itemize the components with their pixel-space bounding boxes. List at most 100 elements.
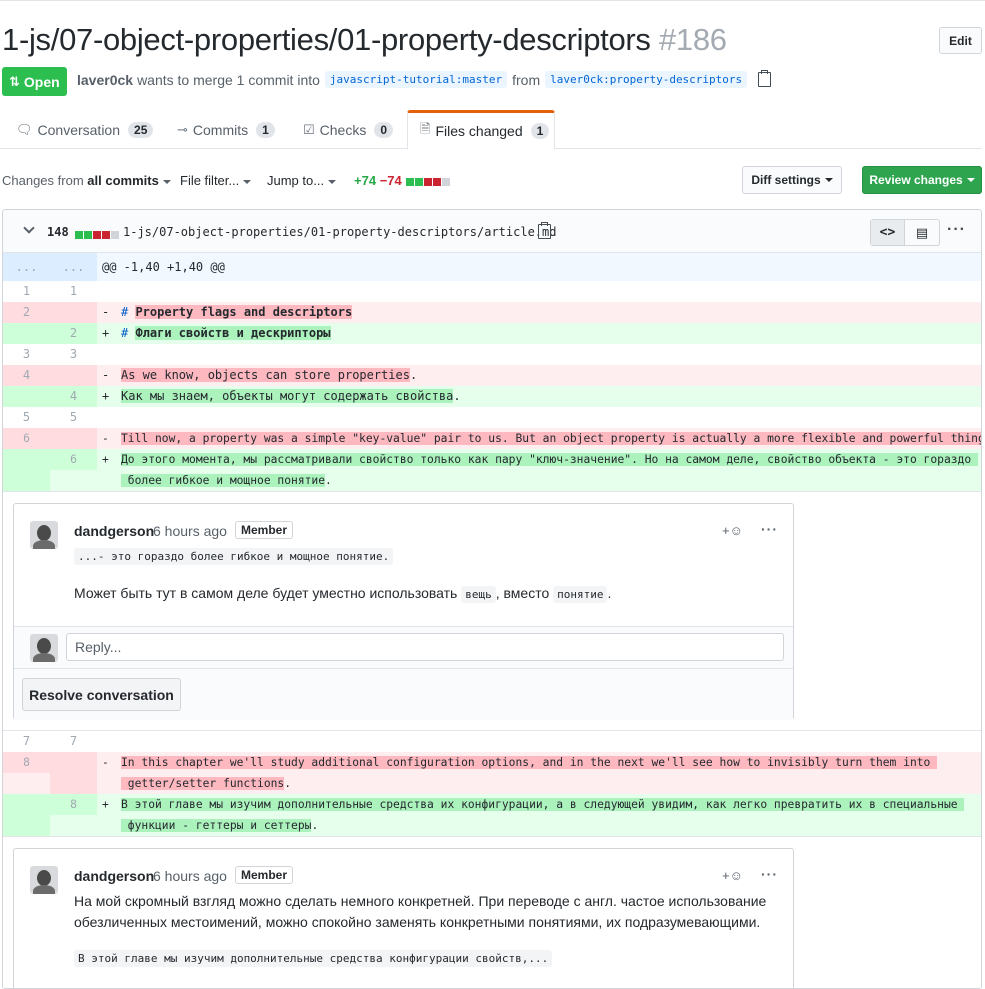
- line-code: + Как мы знаем, объекты могут содержать с…: [98, 386, 981, 407]
- line-number[interactable]: 5: [50, 407, 97, 428]
- diff-sign: +: [102, 326, 110, 340]
- line-number[interactable]: 8: [50, 794, 97, 815]
- diffstat-block: [84, 230, 92, 239]
- chevron-down-icon: [243, 179, 252, 184]
- collapse-chevron-icon[interactable]: [23, 222, 35, 234]
- tab-count: 25: [128, 121, 154, 138]
- diff-sign: +: [102, 389, 110, 403]
- changed-text: As we know, objects can store properties: [121, 368, 410, 382]
- line-code: - # Property flags and descriptors: [98, 302, 981, 323]
- changed-text: До этого момента, мы рассматривали свойс…: [121, 453, 978, 466]
- comment-author[interactable]: dandgerson: [74, 523, 154, 539]
- rich-view-icon[interactable]: ▤: [905, 220, 939, 245]
- resolve-conversation-button[interactable]: Resolve conversation: [22, 678, 181, 711]
- reply-input[interactable]: Reply...: [66, 633, 784, 661]
- line-number[interactable]: 6: [50, 449, 97, 470]
- tab-checks[interactable]: ☑ Checks 0: [303, 110, 394, 149]
- diff-row-added: 2 + # Флаги свойств и дескрипторы: [3, 323, 981, 344]
- hunk-text: @@ -1,40 +1,40 @@: [98, 253, 981, 281]
- more-options-icon[interactable]: ···: [761, 866, 778, 882]
- code-view-icon[interactable]: <>: [871, 220, 906, 245]
- copy-branch-icon[interactable]: [758, 70, 772, 87]
- line-number[interactable]: 3: [50, 344, 97, 365]
- line-number[interactable]: 5: [3, 407, 50, 428]
- line-number[interactable]: 7: [50, 731, 97, 752]
- line-number[interactable]: [50, 302, 97, 323]
- tab-count: 1: [530, 123, 550, 139]
- line-number[interactable]: [3, 323, 50, 344]
- changed-text: In this chapter we'll study additional c…: [121, 756, 938, 769]
- status-label: Open: [23, 73, 60, 90]
- quoted-code: ...- это гораздо более гибкое и мощное п…: [74, 548, 394, 565]
- review-changes-button[interactable]: Review changes: [862, 166, 982, 194]
- status-badge: ⇅ Open: [2, 67, 67, 96]
- merge-text: wants to merge 1 commit into: [137, 71, 320, 88]
- diffstat-block: [93, 230, 101, 239]
- tab-conversation[interactable]: 🗨 Conversation 25: [16, 110, 154, 149]
- line-number[interactable]: 2: [50, 323, 97, 344]
- line-number[interactable]: 4: [50, 386, 97, 407]
- member-badge: Member: [235, 521, 294, 539]
- copy-path-button[interactable]: [532, 222, 551, 242]
- more-options-icon[interactable]: ···: [761, 521, 778, 537]
- add-reaction-icon[interactable]: +☺: [722, 868, 743, 883]
- line-number[interactable]: 7: [3, 731, 50, 752]
- inline-comment-band: dandgerson 6 hours ago Member +☺ ··· На …: [3, 836, 981, 988]
- line-number[interactable]: [3, 386, 50, 407]
- comment-text: .: [607, 585, 612, 601]
- jump-to-dropdown[interactable]: Jump to...: [267, 173, 337, 188]
- page-title: 1-js/07-object-properties/01-property-de…: [2, 22, 727, 58]
- line-number[interactable]: 6: [3, 428, 50, 449]
- line-number[interactable]: ...: [50, 253, 97, 281]
- line-number[interactable]: 8: [3, 752, 50, 773]
- reply-row: Reply...: [14, 626, 793, 668]
- line-number[interactable]: ...: [3, 253, 50, 281]
- tab-files-changed[interactable]: 🗎 Files changed 1: [407, 110, 555, 150]
- head-branch[interactable]: laver0ck:property-descriptors: [545, 71, 748, 88]
- line-number[interactable]: 3: [3, 344, 50, 365]
- comment-author[interactable]: dandgerson: [74, 868, 154, 884]
- line-number[interactable]: 1: [3, 281, 50, 302]
- edit-button[interactable]: Edit: [939, 27, 982, 54]
- diffstat-block: [424, 177, 433, 186]
- file-path[interactable]: 1-js/07-object-properties/01-property-de…: [123, 225, 556, 239]
- base-branch[interactable]: javascript-tutorial:master: [324, 71, 508, 88]
- hunk-header: ... ... @@ -1,40 +1,40 @@: [3, 253, 981, 281]
- avatar[interactable]: [30, 866, 58, 894]
- line-number[interactable]: [50, 365, 97, 386]
- comment-time[interactable]: 6 hours ago: [153, 523, 227, 539]
- line-number[interactable]: [3, 449, 50, 491]
- line-tail: .: [311, 819, 319, 832]
- checklist-icon: ☑: [303, 121, 315, 137]
- author-link[interactable]: laver0ck: [77, 72, 133, 88]
- changes-from-dropdown[interactable]: Changes from all commits: [2, 173, 171, 188]
- changes-value: all commits: [87, 173, 159, 188]
- pr-number: #186: [658, 22, 727, 57]
- line-number[interactable]: [50, 428, 97, 449]
- tab-label: Conversation: [37, 121, 121, 138]
- tab-label: Commits: [192, 121, 249, 138]
- tab-commits[interactable]: ⊸ Commits 1: [177, 110, 275, 149]
- line-number[interactable]: 4: [3, 365, 50, 386]
- line-tail: .: [453, 389, 461, 403]
- diff-row: 5 5: [3, 407, 981, 428]
- more-options-icon[interactable]: ···: [947, 221, 966, 239]
- avatar: [30, 634, 58, 662]
- top-border: [0, 0, 985, 1]
- md-heading-mark: #: [121, 326, 136, 340]
- clipboard-icon: [538, 222, 551, 239]
- deletions-count: −74: [379, 173, 402, 188]
- chevron-down-icon: [328, 179, 337, 184]
- line-number[interactable]: 1: [50, 281, 97, 302]
- line-number[interactable]: 2: [3, 302, 50, 323]
- file-filter-dropdown[interactable]: File filter...: [180, 173, 252, 188]
- add-reaction-icon[interactable]: +☺: [722, 523, 743, 538]
- diff-row: 1 1: [3, 281, 981, 302]
- line-number[interactable]: [3, 794, 50, 836]
- diff-settings-button[interactable]: Diff settings: [742, 166, 842, 194]
- comment-time[interactable]: 6 hours ago: [153, 868, 227, 884]
- avatar[interactable]: [30, 521, 58, 549]
- line-number[interactable]: [50, 752, 97, 794]
